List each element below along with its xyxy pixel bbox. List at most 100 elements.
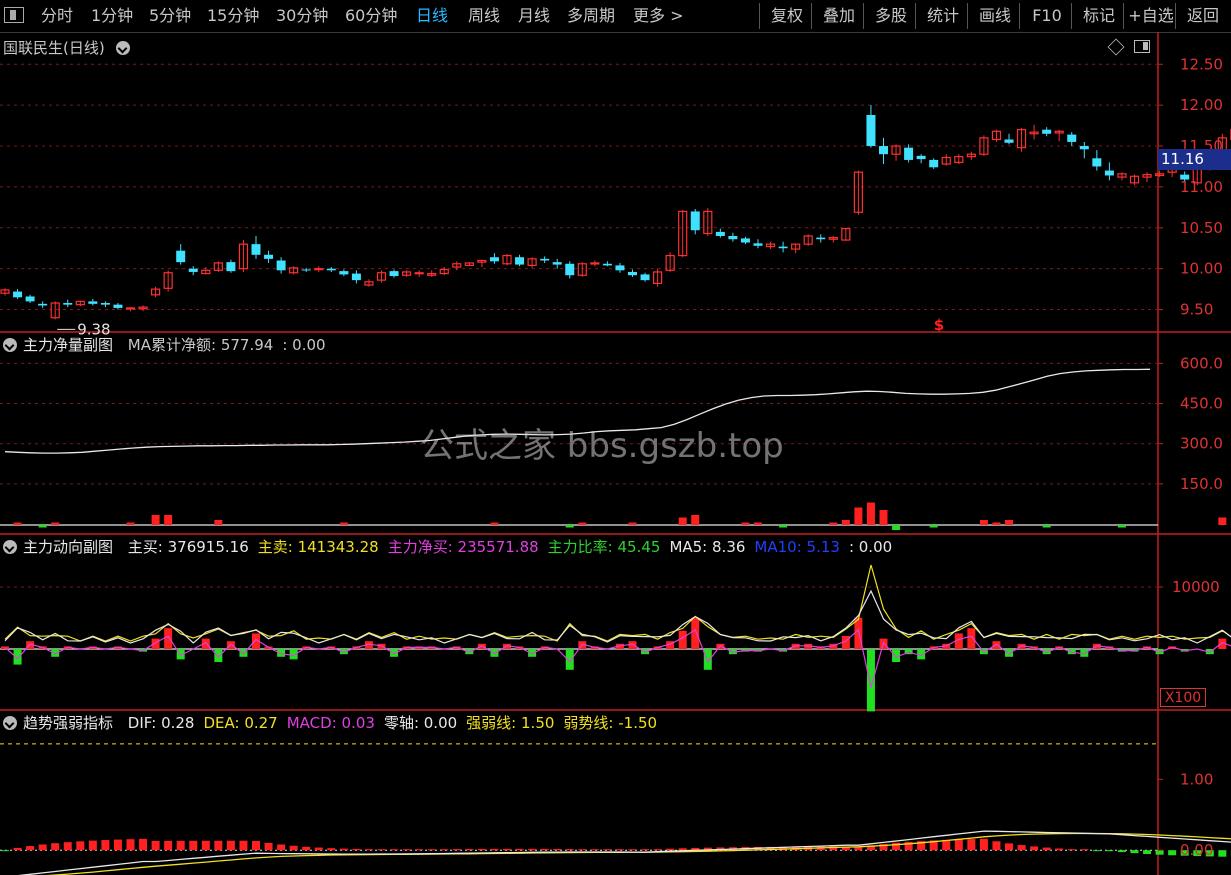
period-tab-1[interactable]: 1分钟	[91, 4, 133, 28]
macd-bar	[503, 848, 511, 851]
toolbar-action-6[interactable]: 标记	[1074, 4, 1124, 28]
macd-bar	[477, 848, 486, 851]
p1-bar	[741, 522, 750, 525]
p1-bar	[214, 520, 223, 525]
period-tab-8[interactable]: 月线	[518, 4, 550, 28]
unit-label: X100	[1160, 688, 1206, 707]
candle-body	[1079, 146, 1089, 150]
period-tab-9[interactable]: 多周期	[567, 4, 615, 28]
macd-bar	[26, 846, 35, 851]
candle-body	[339, 271, 349, 275]
legend-label: MACD:	[286, 714, 337, 732]
macd-bar	[113, 839, 122, 851]
macd-bar	[289, 845, 298, 851]
macd-bar	[415, 849, 424, 851]
trend-strength-panel	[0, 743, 1231, 875]
period-tab-5[interactable]: 60分钟	[345, 4, 397, 28]
p1-bar	[1042, 525, 1051, 528]
macd-bar	[678, 848, 687, 851]
legend-value: 0.00	[287, 336, 326, 354]
panel1-title: 主力净量副图	[23, 336, 114, 354]
window-toggle-icon[interactable]	[1134, 40, 1150, 53]
period-tab-2[interactable]: 5分钟	[149, 4, 191, 28]
signal-mark: $	[934, 316, 944, 334]
macd-bar	[565, 849, 574, 851]
dropdown-icon[interactable]	[115, 41, 130, 55]
toolbar-action-2[interactable]: 多股	[866, 4, 916, 28]
toolbar-action-3[interactable]: 统计	[918, 4, 968, 28]
period-tab-4[interactable]: 30分钟	[276, 4, 328, 28]
legend-item: 弱势线: -1.50	[563, 714, 657, 732]
p1-axis-label: 600.0	[1180, 354, 1223, 372]
macd-bar	[628, 849, 637, 851]
macd-bar	[339, 848, 348, 851]
toolbar-action-0[interactable]: 复权	[762, 4, 812, 28]
toolbar-separator	[1071, 3, 1072, 29]
macd-bar	[189, 840, 198, 851]
candle-body	[1042, 129, 1052, 134]
legend-item: DIF: 0.28	[128, 714, 195, 732]
toolbar-separator	[863, 3, 864, 29]
candle-body	[188, 268, 198, 272]
macd-bar	[352, 848, 361, 851]
p1-bar	[164, 515, 173, 525]
period-tab-3[interactable]: 15分钟	[207, 4, 259, 28]
candle-body	[1067, 134, 1077, 142]
macd-bar	[302, 846, 311, 851]
legend-value: 0.03	[336, 714, 375, 732]
price-axis-label: 12.50	[1180, 55, 1223, 73]
price-axis-label: 12.00	[1180, 96, 1223, 114]
p1-bar	[13, 522, 22, 525]
panel1-collapse-icon[interactable]	[3, 338, 17, 352]
legend-item: 主力净买: 235571.88	[388, 538, 539, 556]
toolbar-action-7[interactable]: +自选	[1126, 4, 1176, 28]
p3-axis-label: 1.00	[1180, 770, 1213, 788]
p1-bar	[490, 522, 499, 525]
legend-item: 零轴: 0.00	[384, 714, 457, 732]
panel1-header: 主力净量副图 MA累计净额: 577.94: 0.00	[3, 335, 326, 355]
p2-bar	[164, 628, 173, 649]
period-tab-0[interactable]: 分时	[41, 4, 73, 28]
p1-bar	[578, 522, 587, 525]
macd-bar	[63, 842, 72, 851]
panel3-collapse-icon[interactable]	[3, 716, 17, 730]
panel2-collapse-icon[interactable]	[3, 540, 17, 554]
candle-body	[615, 265, 625, 271]
p3-axis-label: 0.00	[1180, 841, 1213, 859]
candle-body	[301, 269, 311, 271]
panel-toggle-icon[interactable]	[4, 7, 24, 23]
macd-bar	[126, 839, 135, 851]
p1-bar	[339, 522, 348, 525]
period-tab-10[interactable]: 更多 >	[633, 4, 684, 28]
candle-body	[489, 257, 499, 262]
panel2-title: 主力动向副图	[23, 538, 114, 556]
period-tab-7[interactable]: 周线	[468, 4, 500, 28]
candle-body	[565, 263, 575, 276]
candle-body	[753, 243, 763, 246]
macd-bar	[226, 840, 235, 851]
legend-label: MA10:	[754, 538, 802, 556]
stock-name: 国联民生(日线)	[3, 39, 105, 57]
panel3-header: 趋势强弱指标 DIF: 0.28 DEA: 0.27 MACD: 0.03 零轴: 0…	[3, 713, 657, 733]
candle-body	[176, 250, 186, 263]
panel2-header: 主力动向副图 主买: 376915.16 主卖: 141343.28 主力净买: 2…	[3, 537, 892, 557]
macd-bar	[954, 839, 963, 851]
toolbar-action-4[interactable]: 画线	[970, 4, 1020, 28]
macd-bar	[1080, 849, 1089, 851]
toolbar-action-5[interactable]: F10	[1022, 4, 1072, 28]
candle-body	[866, 114, 876, 147]
toolbar-action-8[interactable]: 返回	[1178, 4, 1228, 28]
macd-bar	[214, 840, 223, 851]
legend-item: : 0.00	[282, 336, 325, 354]
period-tab-6[interactable]: 日线	[416, 4, 448, 28]
candle-body	[590, 262, 600, 265]
macd-bar	[88, 840, 97, 851]
p1-bar	[854, 507, 863, 525]
price-axis-label: 10.00	[1180, 260, 1223, 278]
macd-bar	[390, 849, 399, 851]
macd-bar	[967, 839, 976, 851]
p2-bar	[490, 649, 499, 657]
candle-body	[628, 271, 637, 276]
p1-bar	[841, 520, 850, 525]
toolbar-action-1[interactable]: 叠加	[814, 4, 864, 28]
